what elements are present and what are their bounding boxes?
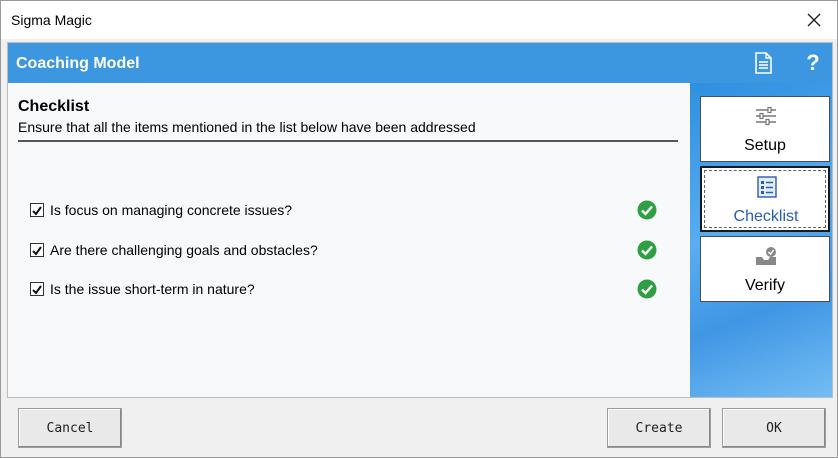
check-circle-icon (637, 240, 657, 260)
close-icon (807, 13, 821, 27)
check-circle-icon (637, 200, 657, 220)
inbox-check-icon (756, 247, 776, 265)
checklist-item-label: Is the issue short-term in nature? (50, 281, 255, 297)
window-title: Sigma Magic (11, 12, 92, 28)
cancel-button[interactable]: Cancel (18, 408, 122, 448)
checkmark-icon (32, 206, 42, 216)
checklist-item: Are there challenging goals and obstacle… (30, 240, 670, 262)
dialog-frame: Coaching Model ? Checklist Ensure that a… (7, 42, 833, 398)
nav-verify-label: Verify (744, 277, 785, 294)
checkmark-icon (32, 285, 42, 295)
checklist-item: Is the issue short-term in nature? (30, 279, 670, 301)
ok-button[interactable]: OK (722, 408, 826, 448)
checklist-item-label: Is focus on managing concrete issues? (50, 202, 293, 218)
create-button[interactable]: Create (607, 408, 711, 448)
close-button[interactable] (791, 1, 837, 39)
checklist-panel: Checklist Ensure that all the items ment… (8, 83, 690, 397)
section-title: Checklist (18, 98, 90, 115)
help-button[interactable]: ? (803, 50, 823, 76)
sliders-icon (756, 106, 776, 126)
checkbox[interactable] (30, 282, 44, 296)
divider (18, 140, 678, 142)
document-icon[interactable] (752, 52, 774, 74)
header-title: Coaching Model (16, 55, 140, 72)
section-subtitle: Ensure that all the items mentioned in t… (18, 119, 476, 135)
nav-verify-button[interactable]: Verify (700, 236, 830, 302)
checklist-icon (757, 176, 777, 198)
checklist-item: Is focus on managing concrete issues? (30, 200, 670, 222)
checkbox[interactable] (30, 203, 44, 217)
dialog-window: Sigma Magic Coaching Model ? Checklist E… (0, 0, 838, 458)
nav-panel: Setup Checklist Verify (690, 83, 832, 397)
nav-checklist-button[interactable]: Checklist (700, 166, 830, 232)
nav-setup-button[interactable]: Setup (700, 96, 830, 162)
header-bar: Coaching Model ? (8, 43, 832, 83)
checkmark-icon (32, 246, 42, 256)
check-circle-icon (637, 279, 657, 299)
nav-setup-label: Setup (744, 137, 786, 154)
nav-checklist-label: Checklist (733, 208, 799, 225)
checklist-item-label: Are there challenging goals and obstacle… (50, 242, 318, 258)
title-bar: Sigma Magic (1, 1, 837, 39)
checkbox[interactable] (30, 243, 44, 257)
